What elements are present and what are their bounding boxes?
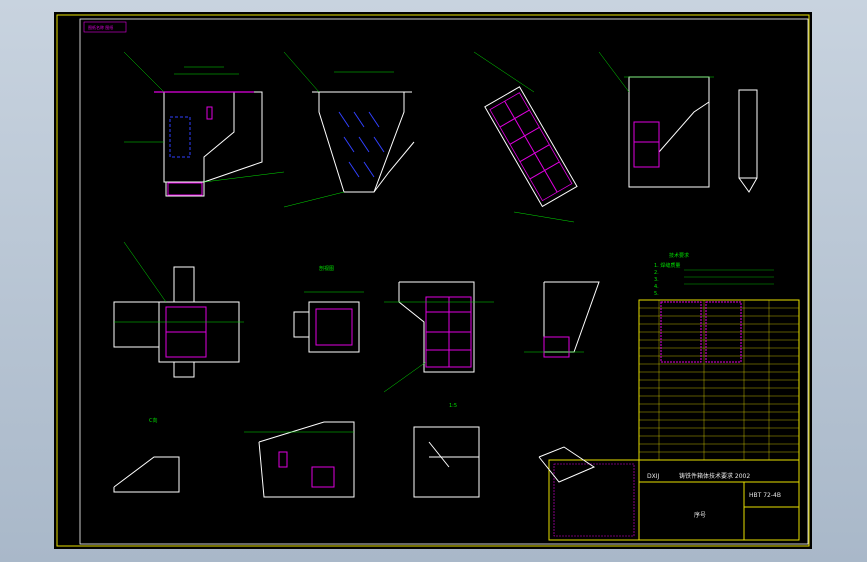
view-rotated-section	[484, 86, 578, 208]
view-slim-plate	[738, 89, 758, 193]
title-row-label: 序号	[694, 511, 706, 519]
tech-req-heading: 技术要求	[669, 252, 689, 259]
title-block: DXIJ 铸铁件箱体技术要求 2002 HBT 72-4B 序号	[548, 459, 800, 541]
tech-req-line-5: 5.	[654, 291, 659, 297]
view-hopper-side	[283, 51, 415, 208]
view-e: 1:5	[413, 403, 480, 498]
technical-requirements: 技术要求 1. 焊缝质量 2. 3. 4. 5.	[654, 252, 774, 297]
view-d	[244, 421, 355, 498]
tech-req-line-4: 4.	[654, 284, 659, 290]
view-f	[538, 446, 596, 483]
view-c: C向	[113, 417, 180, 493]
view-side-box	[598, 51, 714, 188]
title-company: DXIJ	[647, 473, 660, 480]
view-b	[524, 281, 600, 358]
stamp-text: 图纸名称 图纸	[88, 24, 113, 30]
view-plan	[113, 241, 244, 378]
title-drawing-name: 铸铁件箱体技术要求 2002	[679, 472, 750, 480]
tech-req-line-3: 3.	[654, 277, 659, 283]
outer-border	[56, 14, 810, 547]
title-drawing-number: HBT 72-4B	[749, 492, 781, 499]
view-a-label: 剖视图	[319, 265, 334, 272]
tech-req-line-2: 2.	[654, 270, 659, 276]
parts-list	[638, 299, 800, 461]
drawing-sheet: 图纸名称 图纸 剖视图 技术要求 1. 焊缝质量 2. 3. 4. 5. DXI…	[54, 12, 812, 549]
tech-req-line-1: 1. 焊缝质量	[654, 262, 680, 269]
cad-window: 图纸名称 图纸 剖视图 技术要求 1. 焊缝质量 2. 3. 4. 5. DXI…	[0, 0, 867, 562]
view-a: 剖视图	[293, 265, 364, 353]
view-hopper-front	[123, 51, 285, 197]
view-scale-label: 1:5	[449, 403, 457, 409]
view-c-label: C向	[149, 417, 158, 424]
view-bolt-grid	[383, 281, 494, 393]
cad-drawing: 图纸名称 图纸 剖视图 技术要求 1. 焊缝质量 2. 3. 4. 5. DXI…	[56, 14, 810, 547]
